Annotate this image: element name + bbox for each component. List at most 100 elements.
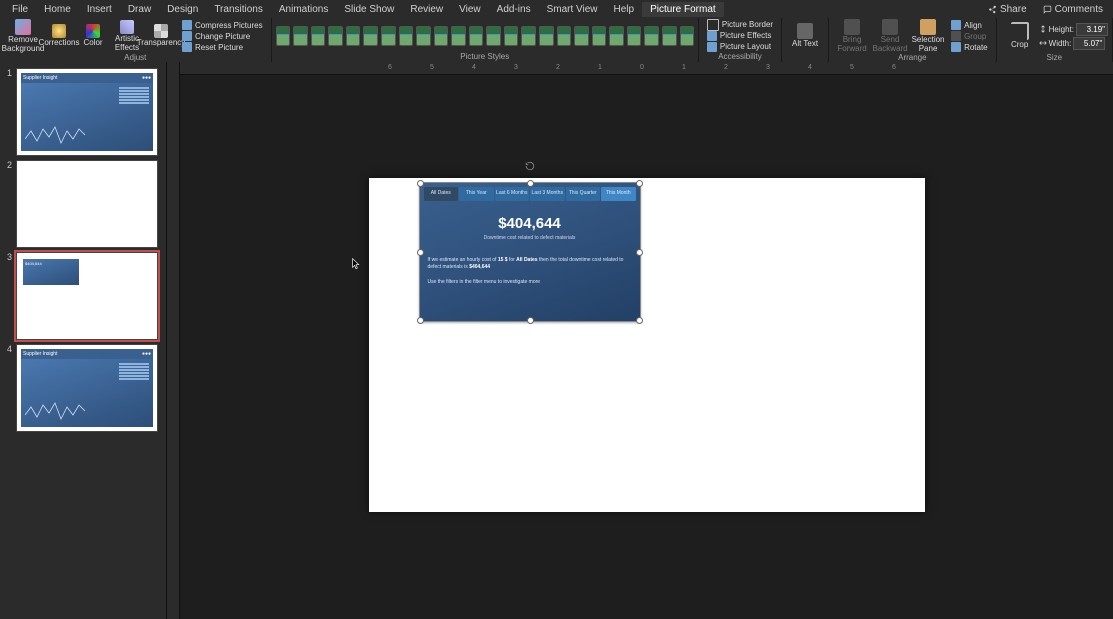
tab-animations[interactable]: Animations: [271, 2, 336, 17]
resize-handle[interactable]: [417, 249, 424, 256]
selected-image[interactable]: All Dates This Year Last 6 Months Last 3…: [419, 182, 641, 322]
picture-style-thumb[interactable]: [416, 26, 431, 46]
transparency-button[interactable]: Transparency: [144, 19, 178, 53]
resize-handle[interactable]: [417, 180, 424, 187]
slide-canvas[interactable]: All Dates This Year Last 6 Months Last 3…: [369, 178, 925, 512]
picture-border-button[interactable]: Picture Border: [703, 19, 777, 30]
tab-home[interactable]: Home: [36, 2, 79, 17]
compress-pictures-button[interactable]: Compress Pictures: [178, 20, 267, 31]
group-button[interactable]: Group: [947, 31, 992, 42]
color-button[interactable]: Color: [76, 19, 110, 53]
vertical-ruler: [167, 62, 180, 619]
picture-style-thumb[interactable]: [644, 26, 659, 46]
slide-thumb-4[interactable]: 4 Supplier Insight●●●: [0, 342, 166, 434]
tab-view[interactable]: View: [451, 2, 489, 17]
group-label-styles: Picture Styles: [276, 52, 694, 61]
image-line2: Use the filters in the filter menu to in…: [428, 279, 632, 286]
tab-picture-format[interactable]: Picture Format: [642, 2, 724, 17]
share-icon: [988, 5, 997, 14]
picture-style-thumb[interactable]: [486, 26, 501, 46]
chart-icon: [25, 397, 85, 423]
tab-transitions[interactable]: Transitions: [206, 2, 271, 17]
tab-smart-view[interactable]: Smart View: [539, 2, 606, 17]
rotate-handle-icon[interactable]: [525, 161, 535, 171]
picture-style-thumb[interactable]: [434, 26, 449, 46]
width-field[interactable]: Width:5.07": [1039, 37, 1108, 49]
height-icon: [1039, 25, 1047, 33]
slide-panel[interactable]: 1 Supplier Insight●●● 2 3 $404,644: [0, 62, 167, 619]
image-tab: This Year: [459, 187, 494, 201]
remove-background-button[interactable]: Remove Background: [4, 19, 42, 53]
group-arrange: Bring Forward Send Backward Selection Pa…: [829, 18, 997, 62]
align-button[interactable]: Align: [947, 20, 992, 31]
picture-style-thumb[interactable]: [346, 26, 361, 46]
resize-handle[interactable]: [417, 317, 424, 324]
share-button[interactable]: Share: [982, 2, 1033, 17]
slide-thumb-2[interactable]: 2: [0, 158, 166, 250]
image-line1: If we estimate an hourly cost of 15 $ fo…: [428, 257, 632, 270]
rotate-button[interactable]: Rotate: [947, 42, 992, 53]
corrections-button[interactable]: Corrections: [42, 19, 76, 53]
picture-style-thumb[interactable]: [451, 26, 466, 46]
picture-style-gallery[interactable]: [276, 25, 694, 47]
tab-help[interactable]: Help: [606, 2, 643, 17]
picture-style-thumb[interactable]: [293, 26, 308, 46]
picture-style-thumb[interactable]: [627, 26, 642, 46]
slide-thumb-3[interactable]: 3 $404,644: [0, 250, 166, 342]
picture-style-thumb[interactable]: [521, 26, 536, 46]
resize-handle[interactable]: [636, 180, 643, 187]
picture-style-thumb[interactable]: [504, 26, 519, 46]
menu-tabs: File Home Insert Draw Design Transitions…: [0, 0, 1113, 18]
picture-style-thumb[interactable]: [399, 26, 414, 46]
picture-effects-button[interactable]: Picture Effects: [703, 30, 777, 41]
main-area: 1 Supplier Insight●●● 2 3 $404,644: [0, 62, 1113, 619]
alt-text-button[interactable]: Alt Text: [786, 19, 824, 52]
resize-handle[interactable]: [527, 180, 534, 187]
image-tab: This Month: [601, 187, 636, 201]
bring-forward-button[interactable]: Bring Forward: [833, 19, 871, 53]
image-tab: Last 6 Months: [495, 187, 530, 201]
picture-style-thumb[interactable]: [469, 26, 484, 46]
resize-handle[interactable]: [636, 249, 643, 256]
picture-style-thumb[interactable]: [662, 26, 677, 46]
picture-style-thumb[interactable]: [609, 26, 624, 46]
tab-insert[interactable]: Insert: [79, 2, 120, 17]
slide-thumb-1[interactable]: 1 Supplier Insight●●●: [0, 66, 166, 158]
image-tabs: All Dates This Year Last 6 Months Last 3…: [424, 187, 636, 201]
picture-style-thumb[interactable]: [381, 26, 396, 46]
picture-style-thumb[interactable]: [680, 26, 694, 46]
picture-style-thumb[interactable]: [539, 26, 554, 46]
picture-style-thumb[interactable]: [311, 26, 326, 46]
reset-picture-button[interactable]: Reset Picture: [178, 42, 267, 53]
image-tab: This Quarter: [566, 187, 601, 201]
picture-style-thumb[interactable]: [592, 26, 607, 46]
image-tab: Last 3 Months: [530, 187, 565, 201]
picture-style-thumb[interactable]: [328, 26, 343, 46]
height-field[interactable]: Height:3.19": [1039, 23, 1108, 35]
change-picture-button[interactable]: Change Picture: [178, 31, 267, 42]
tab-add-ins[interactable]: Add-ins: [489, 2, 539, 17]
comments-button[interactable]: Comments: [1037, 2, 1109, 17]
picture-style-thumb[interactable]: [363, 26, 378, 46]
picture-style-thumb[interactable]: [557, 26, 572, 46]
tab-design[interactable]: Design: [159, 2, 206, 17]
selection-pane-button[interactable]: Selection Pane: [909, 19, 947, 53]
tab-review[interactable]: Review: [402, 2, 451, 17]
tab-draw[interactable]: Draw: [120, 2, 159, 17]
group-size: Crop Height:3.19" Width:5.07" Size: [997, 18, 1113, 62]
tab-file[interactable]: File: [4, 2, 36, 17]
picture-layout-button[interactable]: Picture Layout: [703, 41, 777, 52]
crop-button[interactable]: Crop: [1001, 19, 1039, 53]
picture-style-thumb[interactable]: [276, 26, 291, 46]
slide-editor[interactable]: 6 5 4 3 2 1 0 1 2 3 4 5 6 All Dates This…: [180, 62, 1113, 619]
group-label-size: Size: [1001, 53, 1108, 62]
tab-slide-show[interactable]: Slide Show: [336, 2, 402, 17]
resize-handle[interactable]: [527, 317, 534, 324]
group-adjust: Remove Background Corrections Color Arti…: [0, 18, 272, 62]
picture-style-thumb[interactable]: [574, 26, 589, 46]
group-label-adjust: Adjust: [4, 53, 267, 62]
send-backward-button[interactable]: Send Backward: [871, 19, 909, 53]
resize-handle[interactable]: [636, 317, 643, 324]
artistic-effects-button[interactable]: Artistic Effects: [110, 19, 144, 53]
group-alt-text: Alt Text: [782, 18, 829, 62]
